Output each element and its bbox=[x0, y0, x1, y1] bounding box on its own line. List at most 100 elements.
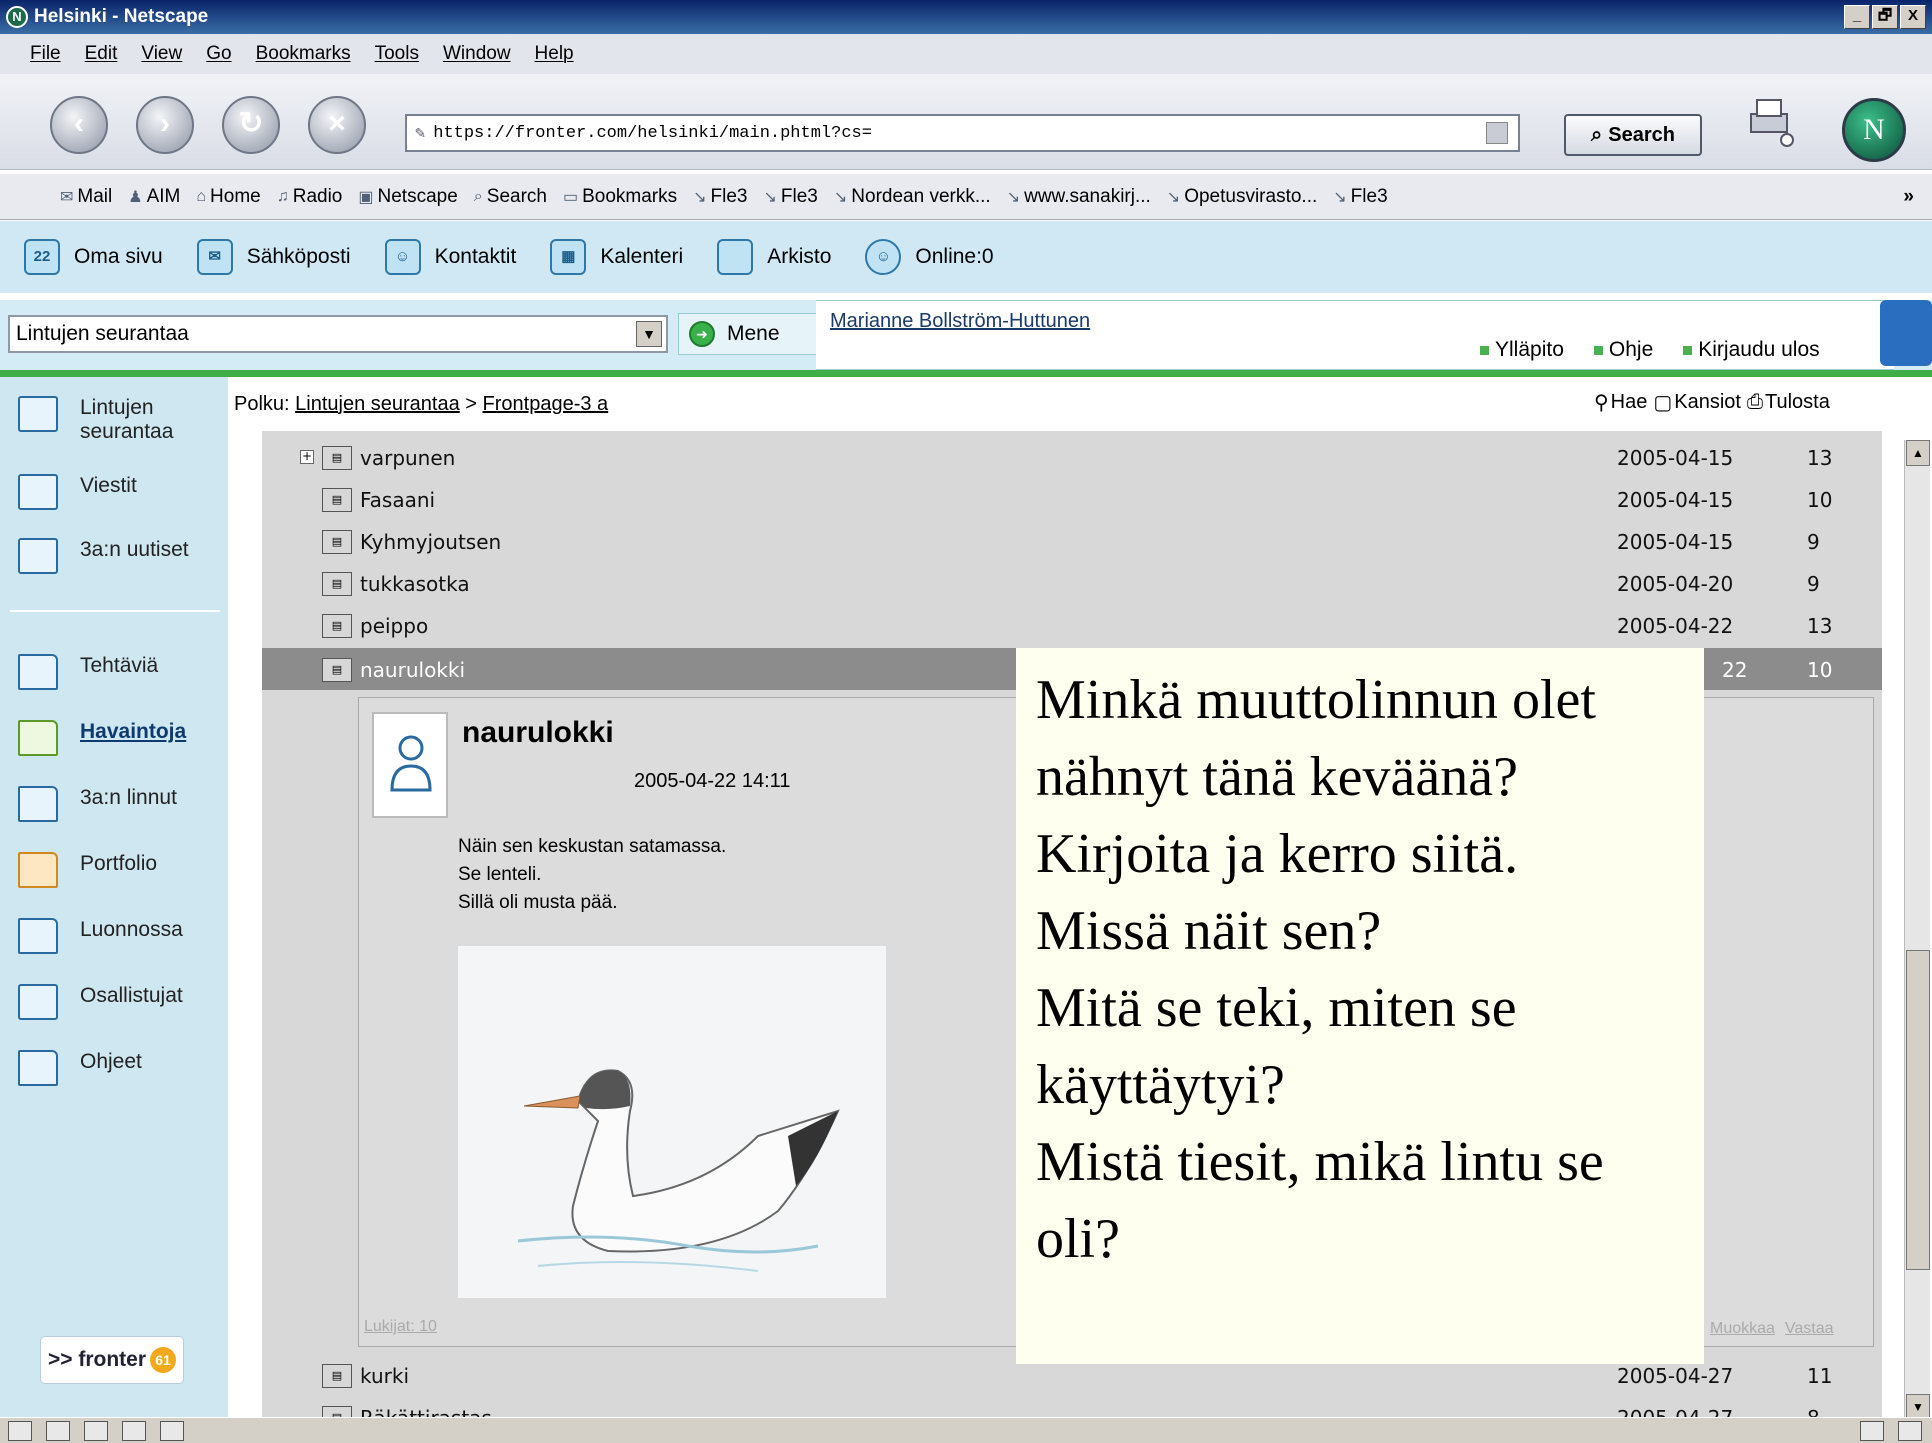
room-select[interactable]: Lintujen seurantaa ▼ bbox=[8, 315, 668, 353]
thread-count: 11 bbox=[1807, 1364, 1833, 1388]
kontaktit-button[interactable]: ☺ Kontaktit bbox=[384, 239, 516, 275]
sahkoposti-button[interactable]: ✉ Sähköposti bbox=[196, 239, 351, 275]
scroll-up-icon[interactable]: ▲ bbox=[1906, 440, 1930, 466]
sidebar-item-ohjeet[interactable]: Ohjeet bbox=[18, 1050, 142, 1086]
sidebar-item-viestit[interactable]: Viestit bbox=[18, 474, 137, 510]
minimize-button[interactable]: _ bbox=[1844, 5, 1870, 29]
readers-link[interactable]: Lukijat: 10 bbox=[364, 1318, 437, 1336]
back-icon[interactable]: ‹ bbox=[50, 96, 108, 154]
ohje-link[interactable]: Ohje bbox=[1594, 338, 1653, 362]
bookmark-fle3-c[interactable]: ↘ Fle3 bbox=[1333, 186, 1387, 208]
menu-window[interactable]: Window bbox=[443, 43, 511, 65]
menu-edit[interactable]: Edit bbox=[85, 43, 118, 65]
sidebar-item-linnut[interactable]: 3a:n linnut bbox=[18, 786, 177, 822]
reload-icon[interactable]: ↻ bbox=[222, 96, 280, 154]
sidebar-item-havaintoja[interactable]: Havaintoja bbox=[18, 720, 186, 756]
bookmark-aim[interactable]: ♟ AIM bbox=[128, 186, 180, 208]
news-icon bbox=[18, 538, 58, 574]
bookmark-netscape[interactable]: ▣ Netscape bbox=[358, 186, 457, 208]
url-dropdown-icon[interactable] bbox=[1486, 122, 1508, 144]
bookmark-fle3-b[interactable]: ↘ Fle3 bbox=[764, 186, 818, 208]
menu-view[interactable]: View bbox=[141, 43, 182, 65]
menu-file[interactable]: File bbox=[30, 43, 61, 65]
question-line: Mistä tiesit, mikä lintu se bbox=[1036, 1131, 1604, 1193]
fronter-toolbar: 22 Oma sivu ✉ Sähköposti ☺ Kontaktit ▦ Kalen… bbox=[0, 221, 1932, 293]
bookmark-nordea[interactable]: ↘ Nordean verkk... bbox=[834, 186, 991, 208]
arkisto-button[interactable]: Arkisto bbox=[717, 239, 831, 275]
more-bookmarks-icon[interactable]: » bbox=[1903, 186, 1914, 208]
sidebar-item-lintujen-seurantaa[interactable]: Lintujen seurantaa bbox=[18, 396, 173, 444]
sidebar-item-osallistujat[interactable]: Osallistujat bbox=[18, 984, 183, 1020]
forward-icon[interactable]: › bbox=[136, 96, 194, 154]
mene-button[interactable]: ➜ Mene bbox=[678, 313, 818, 355]
table-row[interactable]: + ▤ varpunen 2005-04-15 13 bbox=[262, 436, 1882, 478]
address-book-icon[interactable] bbox=[160, 1420, 184, 1441]
scroll-thumb[interactable] bbox=[1906, 950, 1930, 1270]
fronter-logo[interactable]: >> fronter 61 bbox=[40, 1336, 184, 1384]
kansiot-button[interactable]: ▢ Kansiot bbox=[1653, 390, 1741, 415]
link-icon: ↘ bbox=[833, 188, 848, 206]
sidebar-item-luonnossa[interactable]: Luonnossa bbox=[18, 918, 183, 954]
navigator-icon[interactable] bbox=[8, 1420, 32, 1441]
menu-go[interactable]: Go bbox=[206, 43, 231, 65]
bookmark-home[interactable]: ⌂ Home bbox=[196, 186, 260, 208]
thread-name: peippo bbox=[360, 614, 429, 638]
print-icon[interactable] bbox=[1745, 96, 1795, 148]
sidebar-item-portfolio[interactable]: Portfolio bbox=[18, 852, 157, 888]
menu-tools[interactable]: Tools bbox=[375, 43, 419, 65]
discussion-icon: ▤ bbox=[322, 658, 352, 682]
table-row[interactable]: ▤ Fasaani 2005-04-15 10 bbox=[262, 478, 1882, 520]
hae-button[interactable]: ⚲ Hae bbox=[1594, 390, 1647, 415]
bookmark-mail[interactable]: ✉ Mail bbox=[60, 186, 112, 208]
bookmarks-bar: ✉ Mail ♟ AIM ⌂ Home ♫ Radio ▣ Netscape ⌕ Searc… bbox=[0, 174, 1932, 220]
post-line: Näin sen keskustan satamassa. bbox=[458, 836, 727, 857]
table-row[interactable]: ▤ Räkättirastas 2005-04-27 8 bbox=[262, 1396, 1882, 1417]
logout-link[interactable]: Kirjaudu ulos bbox=[1683, 338, 1819, 362]
chevron-down-icon[interactable]: ▼ bbox=[636, 321, 662, 347]
table-row[interactable]: ▤ tukkasotka 2005-04-20 9 bbox=[262, 562, 1882, 604]
stop-icon[interactable]: × bbox=[308, 96, 366, 154]
maximize-button[interactable]: 🗗 bbox=[1872, 5, 1898, 29]
thread-count: 10 bbox=[1807, 658, 1833, 682]
sidebar-item-tehtavia[interactable]: Tehtäviä bbox=[18, 654, 158, 690]
kalenteri-button[interactable]: ▦ Kalenteri bbox=[550, 239, 683, 275]
vastaa-link[interactable]: Vastaa bbox=[1785, 1320, 1834, 1338]
oma-sivu-button[interactable]: 22 Oma sivu bbox=[24, 239, 163, 275]
yllapito-link[interactable]: Ylläpito bbox=[1480, 338, 1564, 362]
user-name-link[interactable]: Marianne Bollström-Huttunen bbox=[830, 310, 1090, 333]
bookmark-bookmarks[interactable]: ▭ Bookmarks bbox=[563, 186, 677, 208]
breadcrumb-page-link[interactable]: Frontpage-3 a bbox=[483, 393, 609, 416]
expand-icon[interactable]: + bbox=[300, 450, 314, 464]
aim-icon[interactable] bbox=[84, 1420, 108, 1441]
sidebar-divider bbox=[10, 610, 220, 612]
folder-icon bbox=[18, 720, 58, 756]
online-button[interactable]: ☺ Online:0 bbox=[865, 239, 994, 275]
bookmark-sanakirja[interactable]: ↘ www.sanakirj... bbox=[1007, 186, 1151, 208]
bookmark-opetusvirasto[interactable]: ↘ Opetusvirasto... bbox=[1167, 186, 1317, 208]
netscape-logo[interactable]: N bbox=[1842, 98, 1906, 162]
page-tools: ⚲ Hae ▢ Kansiot ⎙ Tulosta bbox=[1594, 390, 1830, 415]
fronter-logo-badge: 61 bbox=[150, 1347, 177, 1373]
bookmark-radio[interactable]: ♫ Radio bbox=[277, 186, 343, 208]
post-actions: Muokkaa Vastaa bbox=[1710, 1320, 1834, 1338]
sidebar-item-uutiset[interactable]: 3a:n uutiset bbox=[18, 538, 189, 574]
menu-bookmarks[interactable]: Bookmarks bbox=[256, 43, 351, 65]
vertical-scrollbar[interactable]: ▲ ▼ bbox=[1904, 440, 1930, 1420]
mail-icon[interactable] bbox=[46, 1420, 70, 1441]
user-avatar-icon bbox=[390, 735, 432, 792]
post-body: Näin sen keskustan satamassa. Se lenteli… bbox=[458, 833, 726, 917]
bookmark-fle3-a[interactable]: ↘ Fle3 bbox=[693, 186, 747, 208]
table-row[interactable]: ▤ peippo 2005-04-22 13 bbox=[262, 604, 1882, 646]
link-icon: ↘ bbox=[1006, 188, 1021, 206]
url-field[interactable]: ✎ https://fronter.com/helsinki/main.phtm… bbox=[405, 114, 1520, 152]
muokkaa-link[interactable]: Muokkaa bbox=[1710, 1320, 1775, 1338]
table-row[interactable]: ▤ Kyhmyjoutsen 2005-04-15 9 bbox=[262, 520, 1882, 562]
menu-help[interactable]: Help bbox=[535, 43, 574, 65]
composer-icon[interactable] bbox=[122, 1420, 146, 1441]
close-button[interactable]: X bbox=[1900, 5, 1926, 29]
smiley-icon: ☺ bbox=[865, 239, 902, 275]
bookmark-search[interactable]: ⌕ Search bbox=[474, 186, 547, 208]
breadcrumb-room-link[interactable]: Lintujen seurantaa bbox=[295, 393, 460, 416]
tulosta-button[interactable]: ⎙ Tulosta bbox=[1747, 390, 1830, 415]
search-button[interactable]: ⌕ Search bbox=[1564, 114, 1702, 156]
